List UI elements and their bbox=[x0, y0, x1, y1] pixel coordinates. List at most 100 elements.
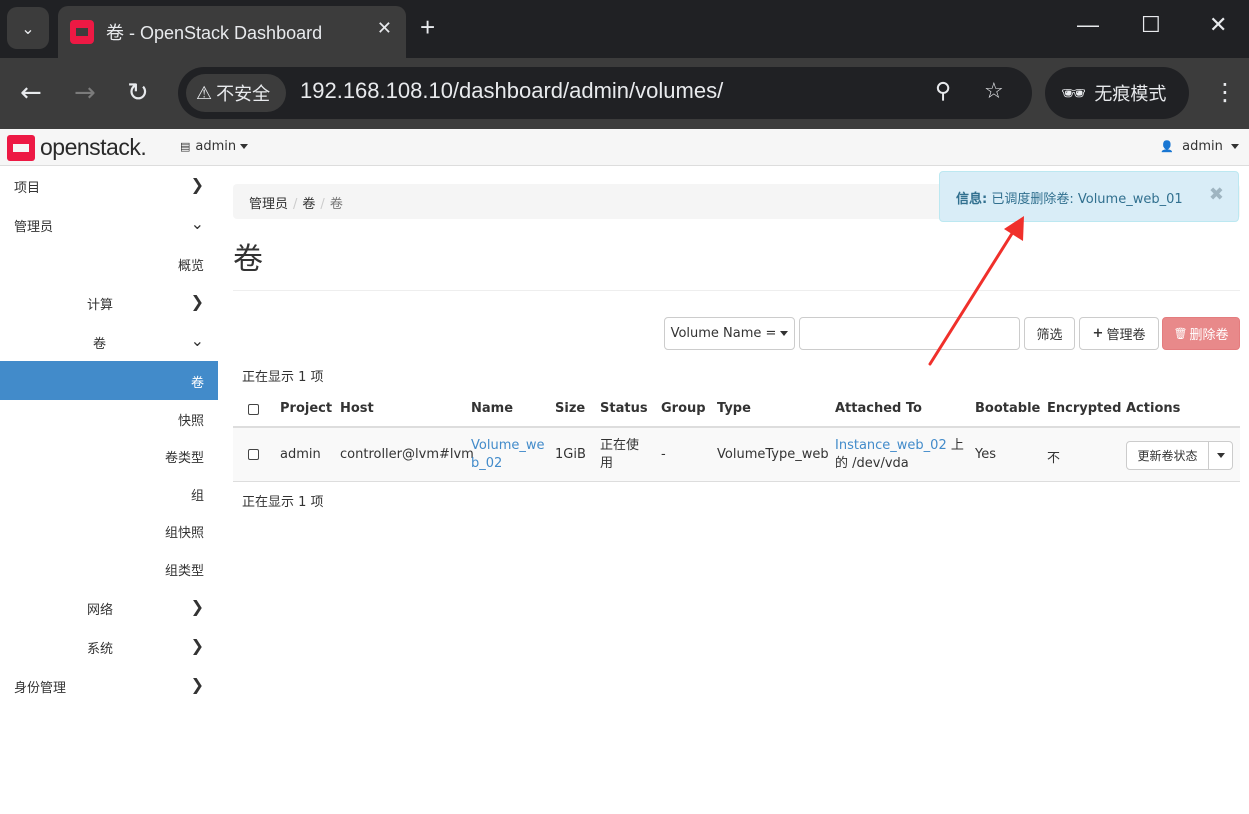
forward-icon[interactable]: → bbox=[74, 78, 96, 108]
column-header-type[interactable]: Type bbox=[717, 401, 751, 416]
cell-name-link[interactable]: Volume_we b_02 bbox=[471, 437, 544, 473]
column-header-bootable[interactable]: Bootable bbox=[975, 401, 1040, 416]
column-header-project[interactable]: Project bbox=[280, 401, 332, 416]
openstack-favicon-icon bbox=[70, 20, 94, 44]
column-header-attached-to[interactable]: Attached To bbox=[835, 401, 922, 416]
cell-attached-to: Instance_web_02 上 的 /dev/vda bbox=[835, 437, 964, 473]
cell-status-line2: 用 bbox=[600, 456, 614, 471]
filter-field-dropdown[interactable]: Volume Name = bbox=[664, 317, 795, 350]
alert-prefix: 信息: bbox=[956, 192, 988, 207]
sidebar-item-volumes[interactable]: 卷 bbox=[0, 361, 218, 400]
user-menu[interactable]: 👤 admin bbox=[1160, 139, 1239, 154]
sidebar-item-label: 卷 bbox=[93, 337, 107, 352]
security-chip[interactable]: ⚠ 不安全 bbox=[186, 74, 286, 112]
sidebar-item-snapshots[interactable]: 快照 bbox=[0, 399, 218, 438]
minimize-icon[interactable]: — bbox=[1077, 12, 1099, 38]
column-header-host[interactable]: Host bbox=[340, 401, 374, 416]
delete-volume-button[interactable]: 🗑 删除卷 bbox=[1162, 317, 1240, 350]
new-tab-button[interactable]: + bbox=[420, 12, 435, 42]
security-label: 不安全 bbox=[216, 84, 271, 105]
url-text[interactable]: 192.168.108.10/dashboard/admin/volumes/ bbox=[300, 78, 723, 104]
column-header-name[interactable]: Name bbox=[471, 401, 513, 416]
delete-volume-label: 删除卷 bbox=[1189, 328, 1229, 343]
cell-name-line2: b_02 bbox=[471, 456, 503, 471]
column-header-actions: Actions bbox=[1126, 401, 1181, 416]
browser-tab-active[interactable]: 卷 - OpenStack Dashboard ✕ bbox=[58, 6, 406, 58]
browser-menu-icon[interactable]: ⋮ bbox=[1213, 78, 1237, 106]
sidebar-item-label: 计算 bbox=[87, 298, 114, 313]
address-bar[interactable]: ⚠ 不安全 192.168.108.10/dashboard/admin/vol… bbox=[178, 67, 1032, 119]
cell-bootable: Yes bbox=[975, 447, 996, 462]
incognito-badge[interactable]: 🕶 无痕模式 bbox=[1045, 67, 1189, 119]
manage-volume-button[interactable]: + 管理卷 bbox=[1079, 317, 1159, 350]
sidebar-item-overview[interactable]: 概览 bbox=[0, 244, 218, 283]
filter-button[interactable]: 筛选 bbox=[1024, 317, 1075, 350]
sidebar-item-identity[interactable]: 身份管理 ❯ bbox=[0, 666, 218, 705]
sidebar-item-project[interactable]: 项目 ❯ bbox=[0, 166, 218, 205]
sidebar-item-volume-group[interactable]: 卷 ⌄ bbox=[0, 322, 218, 361]
sidebar-item-label: 组类型 bbox=[164, 564, 204, 579]
project-selector[interactable]: ▤ admin bbox=[180, 139, 249, 154]
cell-type: VolumeType_web bbox=[717, 447, 829, 462]
breadcrumb-current: 卷 bbox=[329, 197, 343, 212]
openstack-header: openstack. ▤ admin 👤 admin bbox=[0, 129, 1249, 166]
window-close-icon[interactable]: ✕ bbox=[1209, 12, 1227, 38]
tab-search-button[interactable]: ⌄ bbox=[7, 7, 49, 49]
openstack-logo-text: openstack. bbox=[40, 134, 147, 160]
cell-project: admin bbox=[280, 447, 321, 462]
column-header-group[interactable]: Group bbox=[661, 401, 706, 416]
reload-icon[interactable]: ↻ bbox=[127, 78, 149, 108]
item-count-bottom: 正在显示 1 项 bbox=[242, 495, 324, 510]
breadcrumb-item[interactable]: 管理员 bbox=[249, 197, 288, 212]
sidebar-item-volume-types[interactable]: 卷类型 bbox=[0, 436, 218, 475]
update-volume-status-button[interactable]: 更新卷状态 bbox=[1126, 441, 1209, 470]
attached-device: 的 /dev/vda bbox=[835, 456, 909, 471]
sidebar-item-group-types[interactable]: 组类型 bbox=[0, 549, 218, 588]
zoom-icon[interactable]: ⚲ bbox=[935, 79, 951, 104]
sidebar-item-group-snapshots[interactable]: 组快照 bbox=[0, 511, 218, 550]
incognito-label: 无痕模式 bbox=[1094, 84, 1167, 105]
sidebar-item-compute[interactable]: 计算 ❯ bbox=[0, 283, 218, 322]
select-all-checkbox[interactable] bbox=[248, 404, 259, 415]
chevron-down-icon: ⌄ bbox=[190, 214, 204, 233]
caret-down-icon bbox=[240, 144, 249, 149]
filter-button-label: 筛选 bbox=[1036, 328, 1063, 343]
alert-message: 已调度删除卷: Volume_web_01 bbox=[991, 192, 1183, 207]
filter-input[interactable] bbox=[799, 317, 1020, 350]
sidebar-item-admin[interactable]: 管理员 ⌄ bbox=[0, 205, 218, 244]
caret-down-icon bbox=[1231, 144, 1239, 149]
sidebar-item-groups[interactable]: 组 bbox=[0, 474, 218, 513]
info-alert: 信息: 已调度删除卷: Volume_web_01 ✖ bbox=[939, 171, 1239, 222]
column-header-encrypted[interactable]: Encrypted bbox=[1047, 401, 1121, 416]
chevron-down-icon: ⌄ bbox=[190, 331, 204, 350]
project-icon: ▤ bbox=[180, 140, 191, 153]
breadcrumb-item[interactable]: 卷 bbox=[302, 197, 315, 212]
chevron-down-icon: ⌄ bbox=[21, 18, 35, 38]
tab-title: 卷 - OpenStack Dashboard bbox=[106, 23, 323, 43]
sidebar-item-label: 网络 bbox=[87, 603, 114, 618]
cell-name-line1: Volume_we bbox=[471, 438, 545, 453]
cell-encrypted: 不 bbox=[1047, 451, 1061, 466]
sidebar-item-network[interactable]: 网络 ❯ bbox=[0, 588, 218, 627]
plus-icon: + bbox=[1092, 326, 1104, 341]
openstack-logo[interactable]: openstack. bbox=[7, 134, 147, 161]
alert-close-icon[interactable]: ✖ bbox=[1209, 184, 1224, 205]
column-header-size[interactable]: Size bbox=[555, 401, 585, 416]
table-row: admin controller@lvm#lvm Volume_we b_02 … bbox=[233, 428, 1240, 482]
row-checkbox[interactable] bbox=[248, 449, 259, 460]
browser-tab-strip: ⌄ 卷 - OpenStack Dashboard ✕ + — ☐ ✕ bbox=[0, 0, 1249, 58]
page-title: 卷 bbox=[233, 242, 263, 277]
bookmark-star-icon[interactable]: ☆ bbox=[984, 79, 1004, 104]
back-icon[interactable]: ← bbox=[20, 78, 42, 108]
row-actions-dropdown[interactable] bbox=[1208, 441, 1233, 470]
breadcrumb-separator: / bbox=[320, 197, 325, 212]
maximize-icon[interactable]: ☐ bbox=[1141, 12, 1161, 38]
caret-down-icon bbox=[1216, 453, 1225, 458]
incognito-icon: 🕶 bbox=[1061, 81, 1087, 105]
attached-instance-link[interactable]: Instance_web_02 bbox=[835, 438, 947, 453]
sidebar-item-label: 系统 bbox=[87, 642, 114, 657]
sidebar-item-system[interactable]: 系统 ❯ bbox=[0, 627, 218, 666]
browser-toolbar: ← → ↻ ⚠ 不安全 192.168.108.10/dashboard/adm… bbox=[0, 58, 1249, 129]
tab-close-icon[interactable]: ✕ bbox=[377, 18, 392, 39]
column-header-status[interactable]: Status bbox=[600, 401, 648, 416]
